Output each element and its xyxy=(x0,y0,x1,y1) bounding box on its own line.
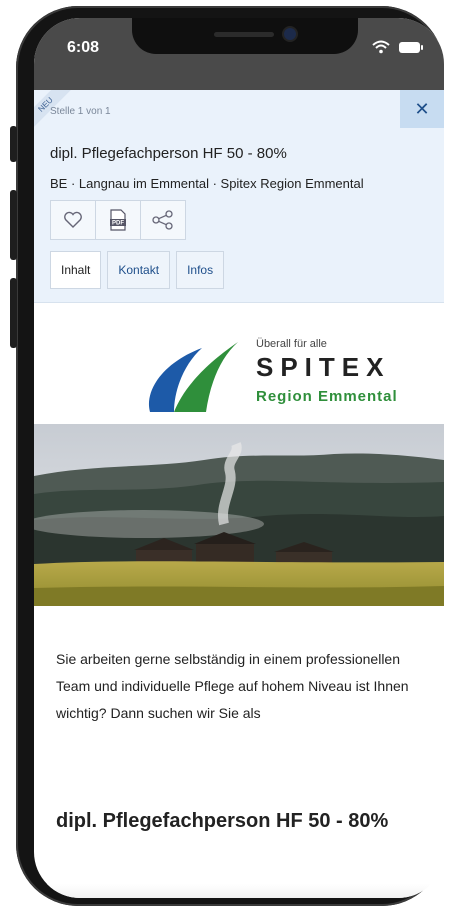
volume-down-button xyxy=(10,278,17,348)
volume-up-button xyxy=(10,190,17,260)
job-header: NEU Stelle 1 von 1 ✕ dipl. Pflegefachper… xyxy=(34,90,444,303)
tab-kontakt[interactable]: Kontakt xyxy=(107,251,171,289)
job-actions: PDF xyxy=(50,200,186,240)
spitex-logo: Überall für alle SPITEX Region Emmental xyxy=(144,338,434,416)
share-icon xyxy=(152,210,173,230)
job-counter: Stelle 1 von 1 xyxy=(50,106,111,117)
pdf-icon: PDF xyxy=(110,209,126,231)
mute-switch xyxy=(10,126,17,162)
tab-bar: Inhalt Kontakt Infos xyxy=(50,251,225,289)
logo-name: SPITEX xyxy=(256,352,391,382)
notch xyxy=(132,18,358,54)
job-intro-text: Sie arbeiten gerne selbständig in einem … xyxy=(56,651,409,721)
screen-bottom-fade xyxy=(34,884,444,898)
favorite-button[interactable] xyxy=(51,201,96,239)
close-icon: ✕ xyxy=(414,98,430,119)
svg-text:PDF: PDF xyxy=(112,221,124,227)
battery-icon xyxy=(399,41,423,53)
status-bar: 6:08 xyxy=(34,18,444,90)
tab-infos[interactable]: Infos xyxy=(176,251,225,289)
job-heading: dipl. Pflegefachperson HF 50 - 80% xyxy=(56,810,389,832)
close-button[interactable]: ✕ xyxy=(400,90,444,128)
phone-screen: 6:08 NEU Stelle 1 von 1 ✕ dipl. Pflegefa… xyxy=(34,18,444,898)
pdf-button[interactable]: PDF xyxy=(96,201,141,239)
landscape-photo xyxy=(34,424,444,606)
spitex-logo-mark xyxy=(148,342,238,412)
status-time: 6:08 xyxy=(67,39,100,56)
job-location: BE · Langnau im Emmental · Spitex Region… xyxy=(50,176,364,191)
wifi-icon xyxy=(372,40,390,54)
logo-tagline: Überall für alle xyxy=(256,338,327,350)
heart-icon xyxy=(64,211,82,228)
job-title: dipl. Pflegefachperson HF 50 - 80% xyxy=(50,145,287,162)
status-icons xyxy=(372,38,424,54)
share-button[interactable] xyxy=(141,201,185,239)
logo-region: Region Emmental xyxy=(256,388,398,405)
tab-inhalt[interactable]: Inhalt xyxy=(50,251,102,289)
front-camera xyxy=(284,28,296,40)
speaker-grille xyxy=(214,32,274,37)
